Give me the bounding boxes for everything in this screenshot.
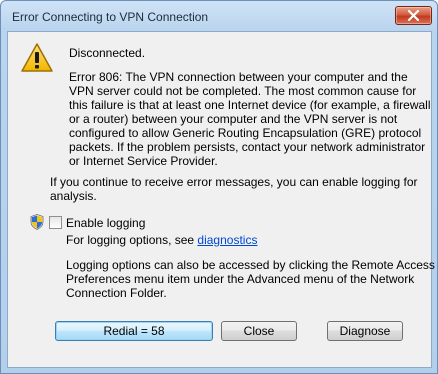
note-line: Logging options can also be accessed by … (66, 258, 435, 272)
dialog-content: Disconnected. Error 806: The VPN connect… (7, 31, 435, 368)
note-line: Connection Folder. (66, 286, 167, 300)
status-text: Disconnected. (69, 46, 146, 60)
warning-icon (21, 43, 53, 72)
logging-options-text: For logging options, see diagnostics (66, 233, 257, 247)
enable-logging-checkbox[interactable] (49, 216, 62, 229)
window-close-button[interactable] (395, 6, 432, 25)
error-line: or a router) between your computer and t… (69, 112, 398, 126)
close-button[interactable]: Close (221, 321, 297, 341)
logging-note: Logging options can also be accessed by … (66, 258, 435, 300)
diagnostics-link[interactable]: diagnostics (197, 233, 257, 247)
error-message: Error 806: The VPN connection between yo… (69, 70, 431, 168)
title-bar[interactable]: Error Connecting to VPN Connection (1, 1, 437, 31)
error-line: Error 806: The VPN connection between yo… (69, 70, 408, 84)
enable-logging-label[interactable]: Enable logging (66, 216, 145, 230)
logging-options-prefix: For logging options, see (66, 233, 198, 247)
shield-icon (30, 214, 44, 230)
hint-line: If you continue to receive error message… (50, 175, 418, 189)
error-line: this failure is that at least one Intern… (69, 98, 431, 112)
logging-hint: If you continue to receive error message… (50, 175, 418, 203)
error-line: packets. If the problem persists, contac… (69, 140, 426, 154)
error-line: VPN server could not be completed. The m… (69, 84, 417, 98)
redial-button[interactable]: Redial = 58 (55, 321, 213, 341)
dialog-window: Error Connecting to VPN Connection Disco… (0, 0, 438, 374)
window-title: Error Connecting to VPN Connection (12, 10, 209, 24)
note-line: Preferences menu item under the Advanced… (66, 272, 415, 286)
hint-line: analysis. (50, 189, 97, 203)
close-icon (407, 10, 420, 21)
error-line: or Internet Service Provider. (69, 154, 218, 168)
error-line: configured to allow Generic Routing Enca… (69, 126, 422, 140)
diagnose-button[interactable]: Diagnose (327, 321, 403, 341)
